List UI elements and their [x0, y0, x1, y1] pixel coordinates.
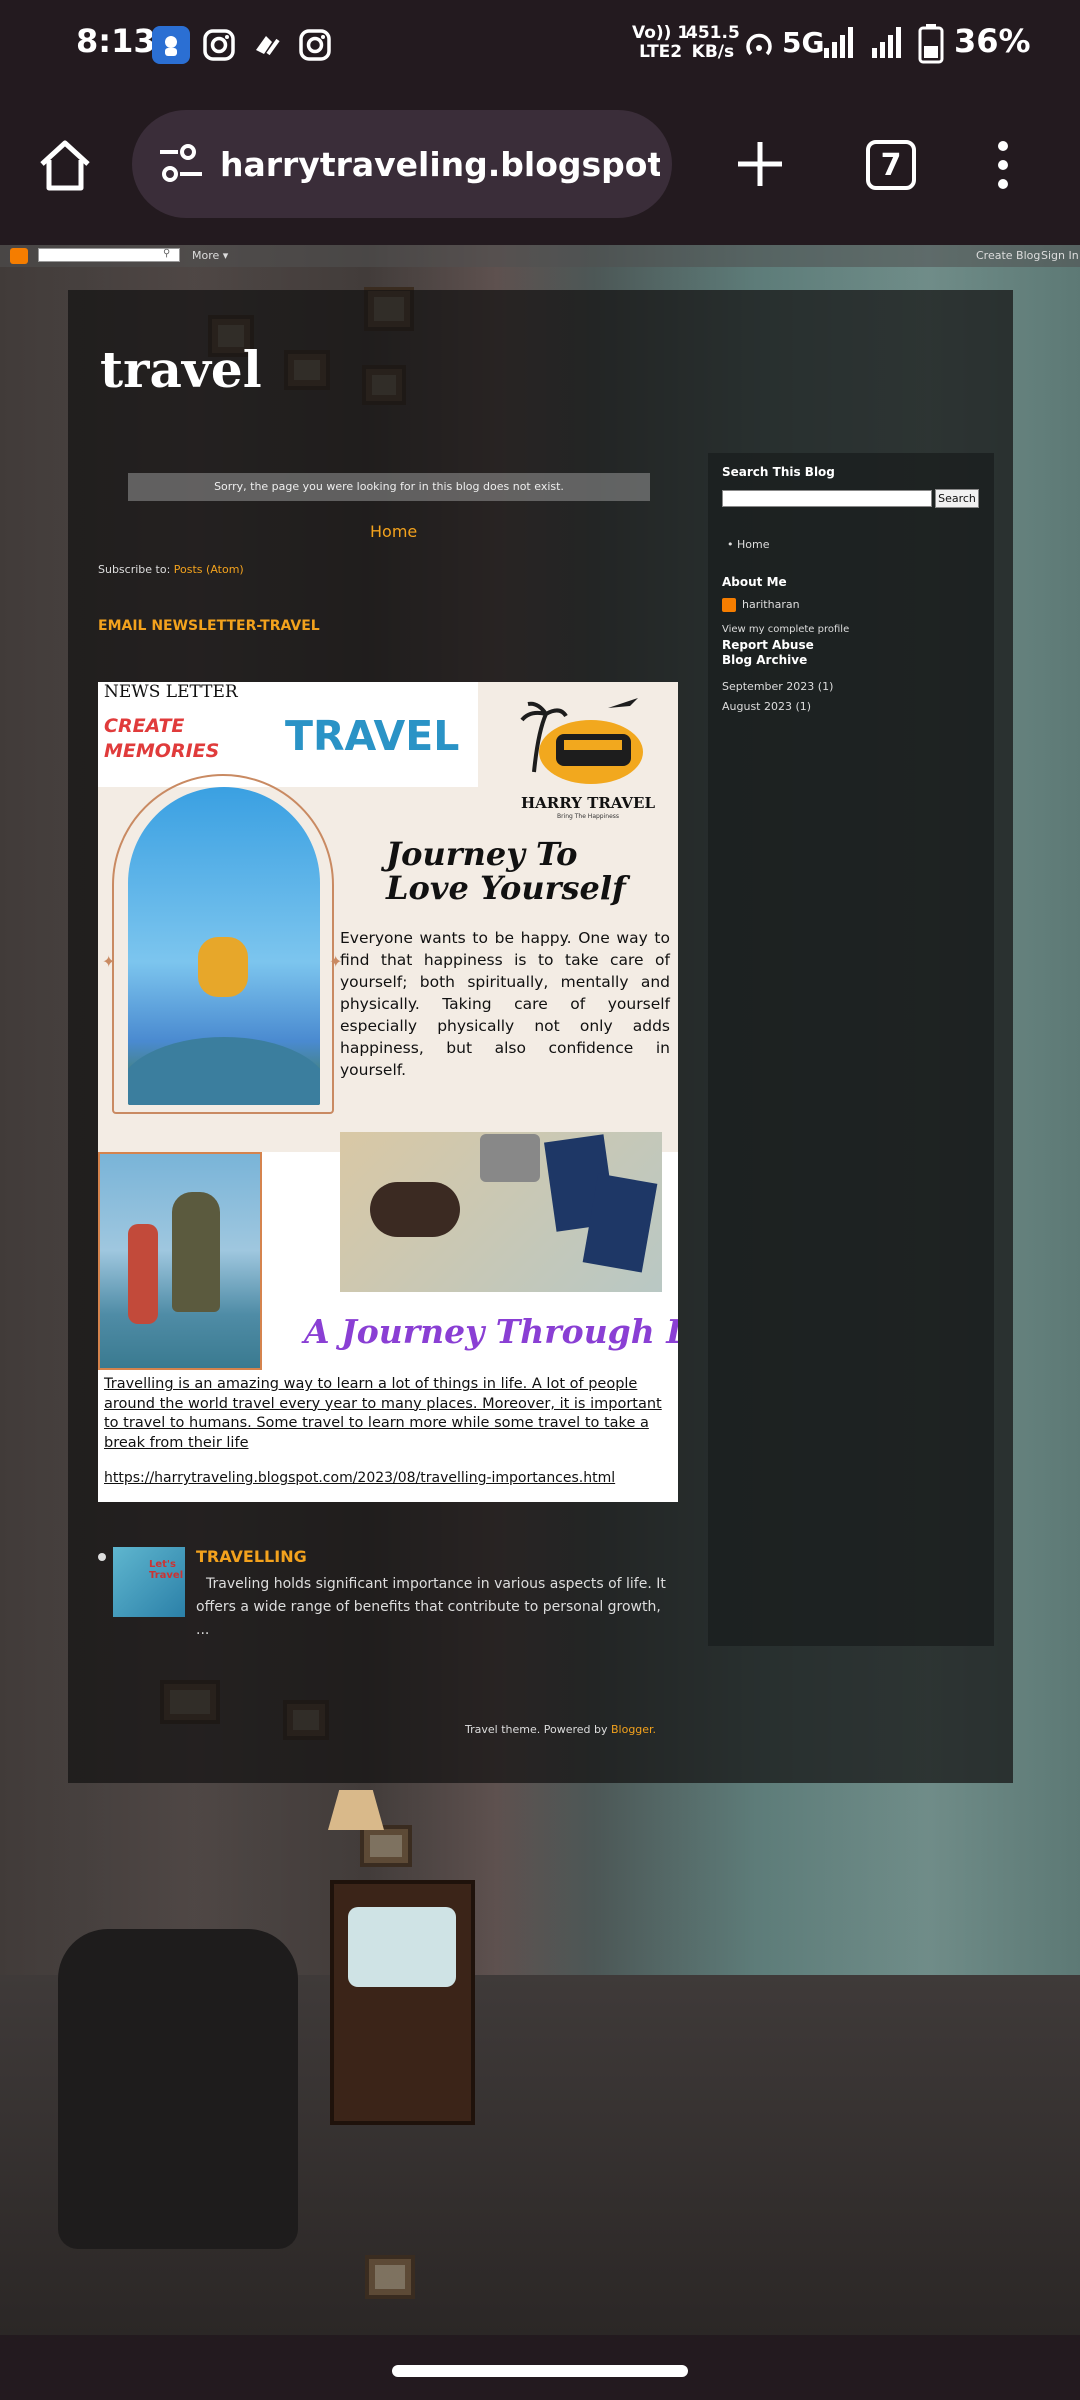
web-page: ⚲ More ▾ Create Blog Sign In travel Sorr… — [0, 245, 1080, 2335]
sidebar-page-home[interactable]: • Home — [727, 538, 769, 551]
app-notification-icon — [152, 26, 190, 64]
harry-travel-logo — [516, 692, 656, 792]
footer: Travel theme. Powered by Blogger. — [465, 1723, 656, 1736]
journey-title: Journey To Love Yourself — [386, 835, 626, 907]
traveler-photo — [128, 787, 320, 1105]
passport-photo — [340, 1132, 662, 1292]
network-type: 5G — [782, 26, 825, 59]
overflow-menu-icon[interactable] — [994, 140, 1012, 194]
life-title: A Journey Through Life — [304, 1312, 678, 1351]
sign-in-link[interactable]: Sign In — [1041, 249, 1079, 262]
subscribe-row: Subscribe to: Posts (Atom) — [98, 563, 244, 576]
tab-switcher-button[interactable]: 7 — [866, 140, 916, 190]
error-message: Sorry, the page you were looking for in … — [128, 473, 650, 501]
profile-name-link[interactable]: haritharan — [742, 598, 800, 611]
url-text: harrytraveling.blogspot.com/ — [220, 144, 660, 184]
navbar-search-input[interactable] — [38, 248, 180, 262]
instagram-icon — [200, 26, 238, 64]
brand-tagline: Bring The Happiness — [556, 813, 620, 820]
sunglasses — [370, 1182, 460, 1237]
status-bar: 8:13 Vo)) 1 LTE2 451.5 KB/s 5G 36% — [0, 0, 1080, 90]
subscribe-label: Subscribe to: — [98, 563, 171, 576]
app-icon — [248, 26, 286, 64]
battery-percent: 36% — [954, 22, 1031, 60]
instagram-icon-2 — [296, 26, 334, 64]
post-title-link[interactable]: TRAVELLING — [196, 1547, 307, 1566]
wall-frame — [360, 1825, 412, 1867]
url-bar[interactable]: harrytraveling.blogspot.com/ — [132, 110, 672, 218]
blogger-logo-icon[interactable] — [10, 248, 28, 264]
camera — [480, 1134, 540, 1182]
blog-search-input[interactable] — [722, 490, 932, 507]
traveler-figure — [198, 937, 248, 997]
footer-text: Travel theme. Powered by — [465, 1723, 608, 1736]
brand-name: HARRY TRAVEL — [520, 794, 655, 812]
gesture-nav-area — [0, 2335, 1080, 2400]
blogger-link[interactable]: Blogger. — [611, 1723, 656, 1736]
hotspot-icon — [742, 28, 776, 66]
newsletter-image[interactable]: NEWS LETTER CREATE MEMORIES TRAVEL HARRY… — [98, 682, 678, 1502]
hiker-figure — [128, 1224, 158, 1324]
new-tab-icon[interactable] — [734, 138, 786, 194]
archive-item[interactable]: August 2023 (1) — [722, 700, 811, 713]
report-abuse-link[interactable]: Report Abuse — [722, 638, 814, 652]
search-button[interactable]: Search — [935, 489, 979, 508]
battery-icon — [918, 24, 944, 68]
email-newsletter-heading: EMAIL NEWSLETTER-TRAVEL — [98, 618, 320, 634]
subscribe-atom-link[interactable]: Posts (Atom) — [174, 563, 244, 576]
view-profile-link[interactable]: View my complete profile — [722, 624, 849, 635]
blog-title[interactable]: travel — [100, 340, 262, 399]
tv-screen — [348, 1907, 456, 1987]
diamond-icon: ✦ — [102, 952, 116, 971]
newsletter-label: NEWS LETTER — [104, 682, 238, 702]
hiker-photo — [98, 1152, 262, 1370]
post-thumbnail[interactable]: Let's Travel — [113, 1547, 185, 1617]
archive-item[interactable]: September 2023 (1) — [722, 680, 833, 693]
armchair — [58, 1929, 298, 2249]
more-menu[interactable]: More ▾ — [192, 249, 228, 262]
create-memories-text: CREATE MEMORIES — [104, 715, 220, 762]
newsletter-link[interactable]: https://harrytraveling.blogspot.com/2023… — [104, 1470, 670, 1486]
blogger-profile-icon — [722, 598, 736, 612]
travel-heading: TRAVEL — [285, 712, 460, 760]
journey-body: Everyone wants to be happy. One way to f… — [340, 929, 670, 1079]
thumb-text: Let's Travel — [149, 1559, 184, 1581]
archive-heading: Blog Archive — [722, 653, 808, 667]
network-speed: 451.5 KB/s — [686, 23, 740, 62]
site-settings-icon[interactable] — [156, 142, 206, 190]
network-indicator: Vo)) 1 LTE2 — [632, 23, 690, 62]
wall-frame — [365, 2255, 415, 2299]
home-icon[interactable] — [36, 138, 94, 198]
signal-icon-2 — [870, 24, 906, 64]
status-time: 8:13 — [76, 22, 156, 60]
home-gesture-bar[interactable] — [392, 2365, 688, 2377]
rock-island — [172, 1192, 220, 1312]
home-link[interactable]: Home — [370, 522, 417, 541]
globe — [128, 1037, 320, 1105]
about-heading: About Me — [722, 575, 787, 589]
signal-icon — [822, 24, 858, 64]
post-snippet: Traveling holds significant importance i… — [196, 1576, 666, 1638]
life-body: Travelling is an amazing way to learn a … — [104, 1376, 662, 1451]
list-bullet — [98, 1553, 106, 1561]
search-icon[interactable]: ⚲ — [163, 248, 170, 259]
create-blog-link[interactable]: Create Blog — [976, 249, 1040, 262]
search-heading: Search This Blog — [722, 465, 835, 479]
blogger-navbar: ⚲ More ▾ Create Blog Sign In — [0, 245, 1080, 267]
